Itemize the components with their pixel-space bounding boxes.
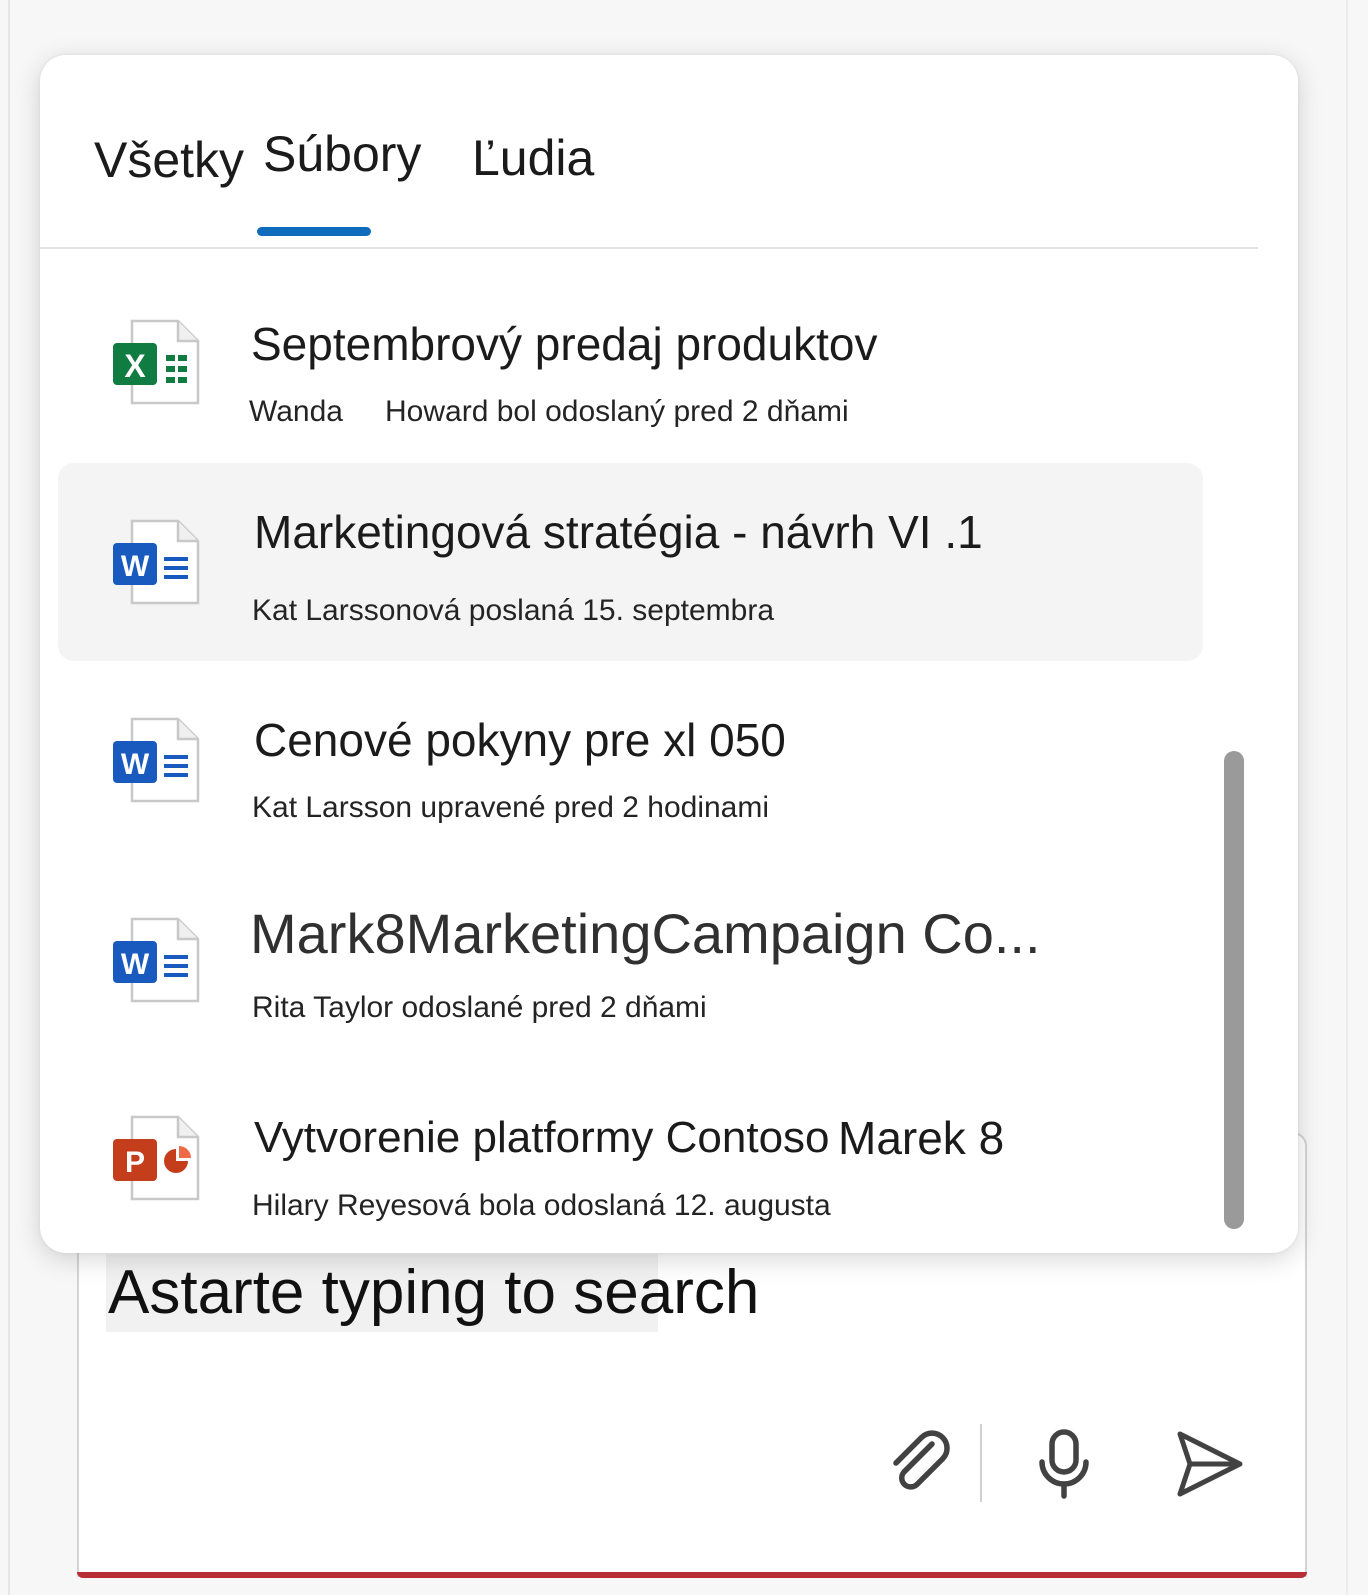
file-sender: Wanda	[249, 395, 343, 428]
svg-text:P: P	[125, 1146, 145, 1179]
svg-text:X: X	[124, 348, 146, 384]
word-file-icon: W	[113, 917, 200, 1003]
send-icon	[1177, 1431, 1243, 1497]
excel-file-icon: X	[113, 319, 200, 405]
file-meta: Kat Larssonová poslaná 15. septembra	[252, 594, 774, 627]
paperclip-icon	[893, 1430, 950, 1490]
tab-files[interactable]: Súbory	[263, 125, 421, 183]
tab-all[interactable]: Všetky	[94, 131, 244, 189]
word-file-icon: W	[113, 519, 200, 605]
file-title: Cenové pokyny pre xl 050	[254, 714, 786, 766]
svg-text:W: W	[121, 948, 150, 981]
tab-divider	[40, 247, 1258, 249]
window-left-edge	[8, 0, 10, 1595]
file-row[interactable]: P Vytvorenie platformy Contoso Marek 8 H…	[58, 1067, 1203, 1253]
file-meta: Hilary Reyesová bola odoslaná 12. august…	[252, 1189, 831, 1222]
microphone-button[interactable]	[1024, 1424, 1104, 1504]
file-title: Marketingová stratégia - návrh VI .1	[254, 506, 983, 558]
word-file-icon: W	[113, 717, 200, 803]
svg-text:W: W	[121, 550, 150, 583]
toolbar-separator	[980, 1424, 982, 1502]
powerpoint-file-icon: P	[113, 1115, 200, 1201]
window-right-edge	[1346, 0, 1348, 1595]
file-meta: Howard bol odoslaný pred 2 dňami	[385, 395, 849, 428]
file-title: Vytvorenie platformy Contoso	[254, 1113, 830, 1162]
attach-button[interactable]	[880, 1424, 960, 1504]
compose-focus-underline	[77, 1572, 1307, 1578]
file-meta: Kat Larsson upravené pred 2 hodinami	[252, 791, 770, 824]
search-results-popup: Všetky Súbory Ľudia X Septembrový predaj…	[40, 55, 1298, 1253]
file-row[interactable]: W Marketingová stratégia - návrh VI .1 K…	[58, 463, 1203, 661]
scrollbar-thumb[interactable]	[1224, 751, 1244, 1229]
file-meta: Rita Taylor odoslané pred 2 dňami	[252, 991, 707, 1024]
search-input[interactable]: Astarte typing to search	[108, 1256, 759, 1330]
send-button[interactable]	[1168, 1424, 1248, 1504]
svg-text:W: W	[121, 748, 150, 781]
file-title: Mark8MarketingCampaign Co...	[250, 902, 1041, 965]
file-title-suffix: Marek 8	[838, 1112, 1005, 1164]
file-row[interactable]: W Mark8MarketingCampaign Co... Rita Tayl…	[58, 871, 1203, 1059]
file-row[interactable]: W Cenové pokyny pre xl 050 Kat Larsson u…	[58, 671, 1203, 859]
file-title: Septembrový predaj produktov	[251, 318, 878, 370]
tab-people[interactable]: Ľudia	[472, 129, 594, 187]
microphone-icon	[1039, 1429, 1089, 1499]
file-row[interactable]: X Septembrový predaj produktov Wanda How…	[58, 267, 1203, 453]
active-tab-indicator	[257, 227, 371, 236]
